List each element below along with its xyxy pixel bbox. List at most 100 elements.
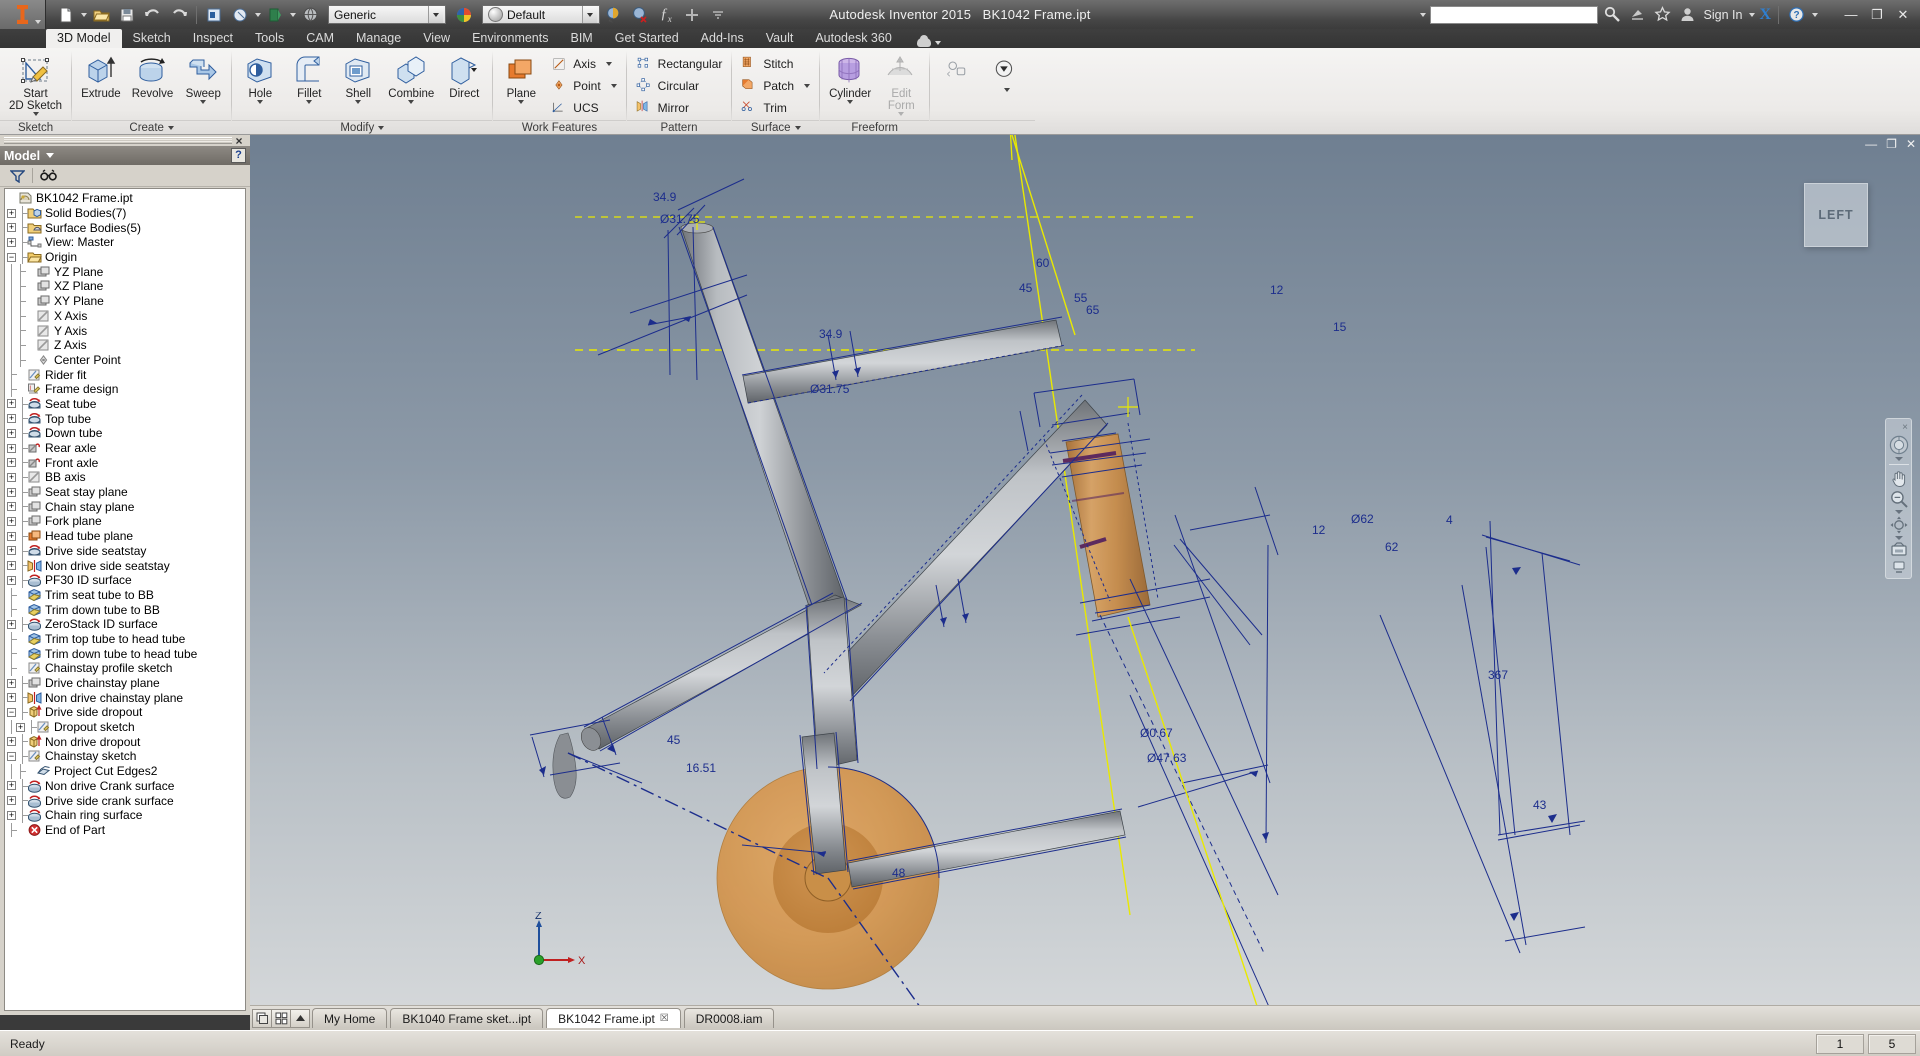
dimension-label[interactable]: 48 — [892, 866, 905, 880]
tree-expand-toggle[interactable]: + — [16, 722, 25, 732]
orbit-chevron-icon[interactable] — [1894, 536, 1903, 540]
tree-expand-toggle[interactable]: + — [7, 237, 16, 247]
tree-node-non-drive-dropout[interactable]: + Non drive dropout — [7, 734, 245, 749]
new-file-chevron-icon[interactable] — [81, 12, 87, 17]
ribbon-tab-autodesk-360[interactable]: Autodesk 360 — [804, 29, 902, 48]
tree-node-drive-chainstay-plane[interactable]: + Drive chainstay plane — [7, 675, 245, 691]
tree-node-solid-bodies-7-[interactable]: + Solid Bodies(7) — [7, 205, 245, 221]
dimension-label[interactable]: Ø31.75 — [810, 382, 849, 396]
tree-node-origin[interactable]: − Origin — [7, 249, 245, 265]
find-icon[interactable] — [37, 167, 59, 185]
help-icon[interactable]: ? — [1786, 4, 1807, 25]
dimension-label[interactable]: 45 — [1019, 281, 1032, 295]
tree-node-view-master[interactable]: + View: Master — [7, 235, 245, 250]
tree-node-dropout-sketch[interactable]: + Dropout sketch — [7, 719, 245, 735]
tree-node-xz-plane[interactable]: XZ Plane — [7, 279, 245, 294]
tree-expand-toggle[interactable]: + — [7, 472, 16, 482]
browser-header[interactable]: Model ? — [0, 146, 250, 165]
ribbon-tab-manage[interactable]: Manage — [345, 29, 412, 48]
tree-expand-toggle[interactable]: + — [7, 414, 16, 424]
model-tree[interactable]: BK1042 Frame.ipt + Solid Bodies(7) + Surface… — [4, 188, 246, 1011]
dimension-label[interactable]: 16.51 — [686, 761, 716, 775]
ribbon-button-trim[interactable]: Trim — [736, 97, 815, 118]
update-icon[interactable] — [202, 3, 226, 27]
navbar-close-icon[interactable]: × — [1902, 422, 1908, 433]
add-to-quick-access-icon[interactable] — [680, 3, 704, 27]
user-avatar-icon[interactable] — [1677, 4, 1698, 25]
chevron-down-icon[interactable] — [804, 83, 811, 88]
tree-expand-toggle[interactable]: + — [7, 487, 16, 497]
filter-icon[interactable] — [6, 167, 28, 185]
chevron-down-icon[interactable] — [378, 126, 385, 130]
tree-node-z-axis[interactable]: Z Axis — [7, 337, 245, 353]
dimension-label[interactable]: 45 — [667, 733, 680, 747]
tree-expand-toggle[interactable]: + — [7, 781, 16, 791]
tree-expand-toggle[interactable]: + — [7, 208, 16, 218]
customize-quick-access-chevron-icon[interactable] — [706, 3, 730, 27]
view-cube[interactable]: LEFT — [1804, 183, 1868, 247]
ribbon-button-plane[interactable]: Plane — [497, 51, 545, 107]
select-icon[interactable] — [228, 3, 252, 27]
tree-expand-toggle[interactable]: + — [7, 516, 16, 526]
viewport-minimize-button[interactable]: — — [1865, 137, 1877, 151]
adjust-appearance-icon[interactable] — [602, 3, 626, 27]
dimension-label[interactable]: 62 — [1385, 540, 1398, 554]
ribbon-button-cylinder[interactable]: Cylinder — [824, 51, 876, 107]
tree-node-down-tube[interactable]: + Down tube — [7, 426, 245, 441]
ribbon-button-point[interactable]: Point — [546, 75, 621, 96]
favorites-star-icon[interactable] — [1652, 4, 1673, 25]
dimension-label[interactable]: 12 — [1270, 283, 1283, 297]
ribbon-button-mirror[interactable]: Mirror — [631, 97, 728, 118]
seat-tube-geometry[interactable] — [680, 222, 846, 610]
chevron-down-icon[interactable] — [408, 100, 415, 104]
top-tube-geometry[interactable] — [742, 319, 1063, 404]
tree-node-bk1042-frame-ipt[interactable]: BK1042 Frame.ipt — [7, 191, 245, 206]
tree-node-drive-side-dropout[interactable]: − Drive side dropout — [7, 705, 245, 720]
ribbon-tab-cam[interactable]: CAM — [295, 29, 345, 48]
ribbon-tab-add-ins[interactable]: Add-Ins — [690, 29, 755, 48]
open-file-icon[interactable] — [89, 3, 113, 27]
ribbon-button-revolve[interactable]: Revolve — [127, 51, 179, 103]
dropout-geometry[interactable] — [552, 732, 577, 799]
tree-node-project-cut-edges2[interactable]: Project Cut Edges2 — [7, 763, 245, 779]
tree-node-non-drive-side-seatstay[interactable]: + Non drive side seatstay — [7, 558, 245, 573]
ribbon-button-ucs[interactable]: UCS — [546, 97, 621, 118]
ribbon-tab-environments[interactable]: Environments — [461, 29, 559, 48]
tree-node-chain-stay-plane[interactable]: + Chain stay plane — [7, 499, 245, 514]
tree-expand-toggle[interactable]: + — [7, 796, 16, 806]
tree-node-trim-down-tube-to-bb[interactable]: Trim down tube to BB — [7, 602, 245, 617]
infocenter-chevron-icon[interactable] — [1419, 12, 1426, 17]
dimension-label[interactable]: 12 — [1312, 523, 1325, 537]
tree-node-xy-plane[interactable]: XY Plane — [7, 293, 245, 309]
tree-expand-toggle[interactable]: + — [7, 619, 16, 629]
material-combo[interactable]: Generic — [328, 5, 446, 24]
dimension-label[interactable]: 4 — [1446, 513, 1453, 527]
ribbon-button-appearance-dropdown-icon[interactable] — [983, 51, 1031, 95]
dimension-label[interactable]: 43 — [1533, 798, 1546, 812]
parameters-fx-icon[interactable]: ƒx — [654, 3, 678, 27]
ribbon-button-hole[interactable]: Hole — [236, 51, 284, 107]
chevron-down-icon[interactable] — [200, 100, 207, 104]
tree-expand-toggle[interactable]: + — [7, 428, 16, 438]
chevron-down-icon[interactable] — [605, 61, 612, 66]
appearance-combo-chevron-icon[interactable] — [582, 6, 597, 23]
new-file-icon[interactable] — [54, 3, 78, 27]
tree-node-rider-fit[interactable]: Rider fit — [7, 367, 245, 382]
tree-node-yz-plane[interactable]: YZ Plane — [7, 264, 245, 279]
sign-in-chevron-icon[interactable] — [1749, 12, 1756, 17]
dimension-label[interactable]: 34.9 — [819, 327, 842, 341]
pan-hand-icon[interactable] — [1887, 468, 1910, 488]
tree-expand-toggle[interactable]: + — [7, 693, 16, 703]
tree-expand-toggle[interactable]: + — [7, 737, 16, 747]
dimension-label[interactable]: 60 — [1036, 256, 1049, 270]
tree-node-center-point[interactable]: Center Point — [7, 352, 245, 368]
chevron-down-icon[interactable] — [518, 100, 525, 104]
tree-node-non-drive-crank-surface[interactable]: + Non drive Crank surface — [7, 778, 245, 794]
ribbon-button-combine[interactable]: Combine — [383, 51, 439, 107]
select-chevron-icon[interactable] — [255, 12, 261, 17]
search-icon[interactable] — [1602, 4, 1623, 25]
dimension-label[interactable]: 367 — [1488, 668, 1508, 682]
ribbon-button-axis[interactable]: Axis — [546, 53, 621, 74]
chevron-down-icon[interactable] — [934, 40, 941, 45]
ribbon-button-patch[interactable]: Patch — [736, 75, 815, 96]
